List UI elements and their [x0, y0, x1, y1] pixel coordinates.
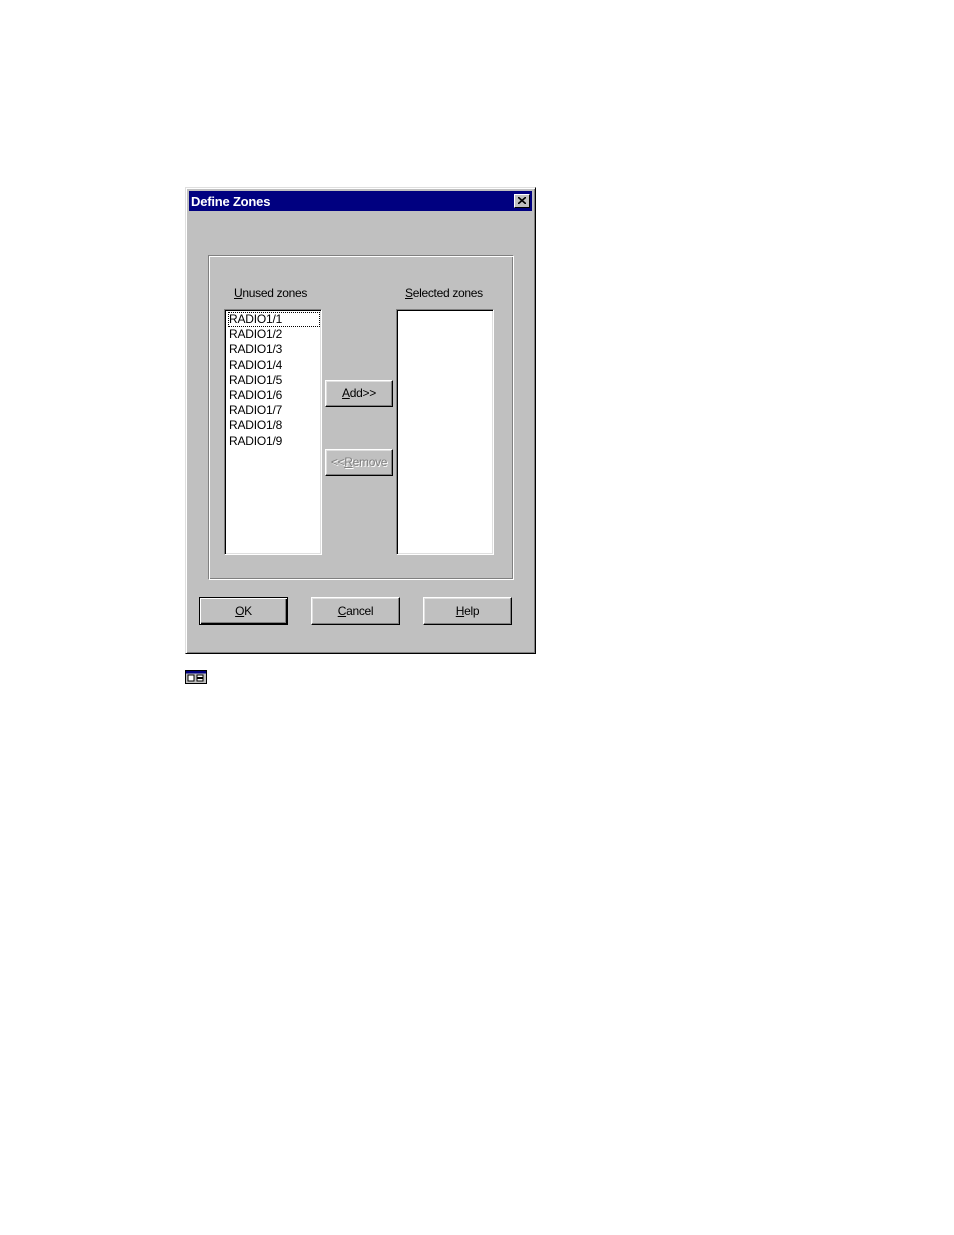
list-item[interactable]: RADIO1/1 [228, 312, 320, 328]
selected-zones-label: Selected zones [405, 286, 483, 300]
list-item[interactable]: RADIO1/4 [228, 358, 320, 373]
ok-button[interactable]: OK [199, 597, 288, 625]
selected-zones-list[interactable] [396, 309, 494, 555]
cancel-button[interactable]: Cancel [311, 597, 400, 625]
unused-zones-list[interactable]: RADIO1/1 RADIO1/2 RADIO1/3 RADIO1/4 RADIO1/5… [224, 309, 322, 555]
list-item[interactable]: RADIO1/7 [228, 403, 320, 418]
help-button[interactable]: Help [423, 597, 512, 625]
remove-button[interactable]: <<Remove [325, 449, 393, 476]
list-item[interactable]: RADIO1/5 [228, 373, 320, 388]
list-item[interactable]: RADIO1/6 [228, 388, 320, 403]
add-button[interactable]: Add>> [325, 380, 393, 407]
dialog-title: Define Zones [191, 194, 271, 209]
list-item[interactable]: RADIO1/9 [228, 434, 320, 449]
title-bar[interactable]: Define Zones [189, 191, 532, 211]
list-item[interactable]: RADIO1/2 [228, 327, 320, 342]
list-item[interactable]: RADIO1/3 [228, 342, 320, 357]
close-icon [518, 197, 526, 204]
unused-zones-label: Unused zones [234, 286, 308, 300]
define-zones-dialog: Define Zones Unused zones Selected zones… [185, 187, 536, 654]
unused-zones-items: RADIO1/1 RADIO1/2 RADIO1/3 RADIO1/4 RADIO1/5… [228, 312, 320, 449]
close-button[interactable] [514, 194, 530, 208]
dialog-window-icon [185, 670, 207, 684]
list-item[interactable]: RADIO1/8 [228, 418, 320, 433]
